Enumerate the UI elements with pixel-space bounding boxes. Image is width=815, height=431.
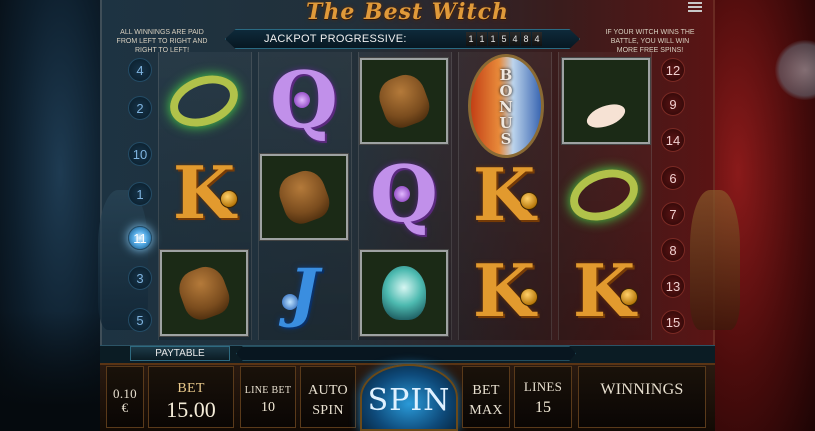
jackpot-label: JACKPOT PROGRESSIVE: <box>264 33 407 45</box>
payline-marker-right[interactable]: 8 <box>661 238 685 262</box>
ring-symbol <box>160 58 248 144</box>
line-bet-value: 10 <box>261 400 275 415</box>
payline-marker-left[interactable]: 5 <box>128 308 152 332</box>
jackpot-counter: 1 1 1 5 4 8 4 <box>466 32 542 46</box>
magic-ring-icon <box>562 160 646 230</box>
jackpot-progressive-bar: JACKPOT PROGRESSIVE: 1 1 1 5 4 8 4 <box>225 29 580 49</box>
payline-marker-right[interactable]: 13 <box>661 274 685 298</box>
line-bet-selector[interactable]: LINE BET 10 <box>240 366 296 428</box>
jackpot-digit: 5 <box>499 32 509 46</box>
k-symbol: K <box>160 150 248 236</box>
purple-orb-icon <box>394 186 410 202</box>
spin-button[interactable]: SPIN <box>360 364 458 431</box>
winnings-display: WINNINGS <box>578 366 706 428</box>
payline-marker-left[interactable]: 1 <box>128 182 152 206</box>
payline-marker-right[interactable]: 6 <box>661 166 685 190</box>
jackpot-digit: 4 <box>532 32 542 46</box>
k-symbol: K <box>560 248 648 334</box>
crystal-skull-icon <box>382 266 426 320</box>
payline-marker-right[interactable]: 7 <box>661 202 685 226</box>
lines-label: LINES <box>523 379 563 394</box>
blue-orb-icon <box>282 294 298 310</box>
bonus-symbol: BONUS <box>468 54 544 158</box>
payline-marker-left[interactable]: 4 <box>128 58 152 82</box>
lines-selector[interactable]: LINES 15 <box>514 366 572 428</box>
payline-marker-right[interactable]: 14 <box>661 128 685 152</box>
k-symbol: K <box>460 248 548 334</box>
payline-marker-left-active[interactable]: 11 <box>128 226 152 250</box>
magic-hand-icon <box>583 99 629 133</box>
payline-marker-left[interactable]: 3 <box>128 266 152 290</box>
fire-hand-symbol <box>561 57 651 145</box>
payout-rule-text: All winnings are paid from left to right… <box>116 29 208 54</box>
payline-marker-right[interactable]: 12 <box>661 58 685 82</box>
moon-decoration <box>775 40 815 100</box>
payline-marker-right[interactable]: 9 <box>661 92 685 116</box>
bonus-text: BONUS <box>497 66 515 146</box>
voodoo-doll-symbol <box>359 57 449 145</box>
line-bet-label: LINE BET <box>244 385 292 396</box>
crystal-skull-symbol <box>359 249 449 337</box>
bet-max-button[interactable]: BET MAX <box>462 366 510 428</box>
win-message-bar <box>236 346 576 361</box>
voodoo-doll-symbol <box>259 153 349 241</box>
payline-marker-right[interactable]: 15 <box>661 310 685 334</box>
bet-max-label: BET MAX <box>469 383 503 418</box>
voodoo-doll-icon <box>273 165 335 229</box>
purple-orb-icon <box>294 92 310 108</box>
gold-coin-icon <box>520 192 538 210</box>
payline-marker-left[interactable]: 2 <box>128 96 152 120</box>
free-spin-rule-text: If your witch wins the battle, you will … <box>605 29 695 54</box>
bet-value: 15.00 <box>166 397 216 422</box>
voodoo-doll-symbol <box>159 249 249 337</box>
gold-coin-icon <box>620 288 638 306</box>
bet-display[interactable]: BET 15.00 <box>148 366 234 428</box>
jackpot-digit: 1 <box>477 32 487 46</box>
voodoo-doll-icon <box>373 69 435 133</box>
coin-value-selector[interactable]: 0.10 € <box>106 366 144 428</box>
coin-value: 0.10 € <box>113 386 137 415</box>
gold-coin-icon <box>520 288 538 306</box>
jackpot-digit: 8 <box>521 32 531 46</box>
auto-spin-button[interactable]: AUTO SPIN <box>300 366 356 428</box>
jackpot-digit: 1 <box>466 32 476 46</box>
menu-icon[interactable] <box>688 2 702 14</box>
tree-silhouette <box>0 311 100 431</box>
winnings-label: WINNINGS <box>600 381 684 398</box>
game-title: The Best Witch <box>305 0 510 25</box>
jackpot-digit: 4 <box>510 32 520 46</box>
ring-symbol <box>560 152 648 238</box>
q-symbol: Q <box>360 152 448 238</box>
paytable-button[interactable]: PAYTABLE <box>130 346 230 361</box>
lines-value: 15 <box>535 399 551 416</box>
jackpot-digit: 1 <box>488 32 498 46</box>
red-witch-character <box>690 190 740 330</box>
magic-ring-icon <box>162 66 246 136</box>
gold-coin-icon <box>220 190 238 208</box>
j-symbol: J <box>260 250 348 336</box>
q-symbol: Q <box>260 58 348 144</box>
voodoo-doll-icon <box>173 261 235 325</box>
left-night-background <box>0 0 100 431</box>
j-letter-icon: J <box>288 255 320 330</box>
k-symbol: K <box>460 152 548 238</box>
auto-spin-label: AUTO SPIN <box>308 383 348 418</box>
bet-label: BET <box>177 381 205 396</box>
payline-marker-left[interactable]: 10 <box>128 142 152 166</box>
